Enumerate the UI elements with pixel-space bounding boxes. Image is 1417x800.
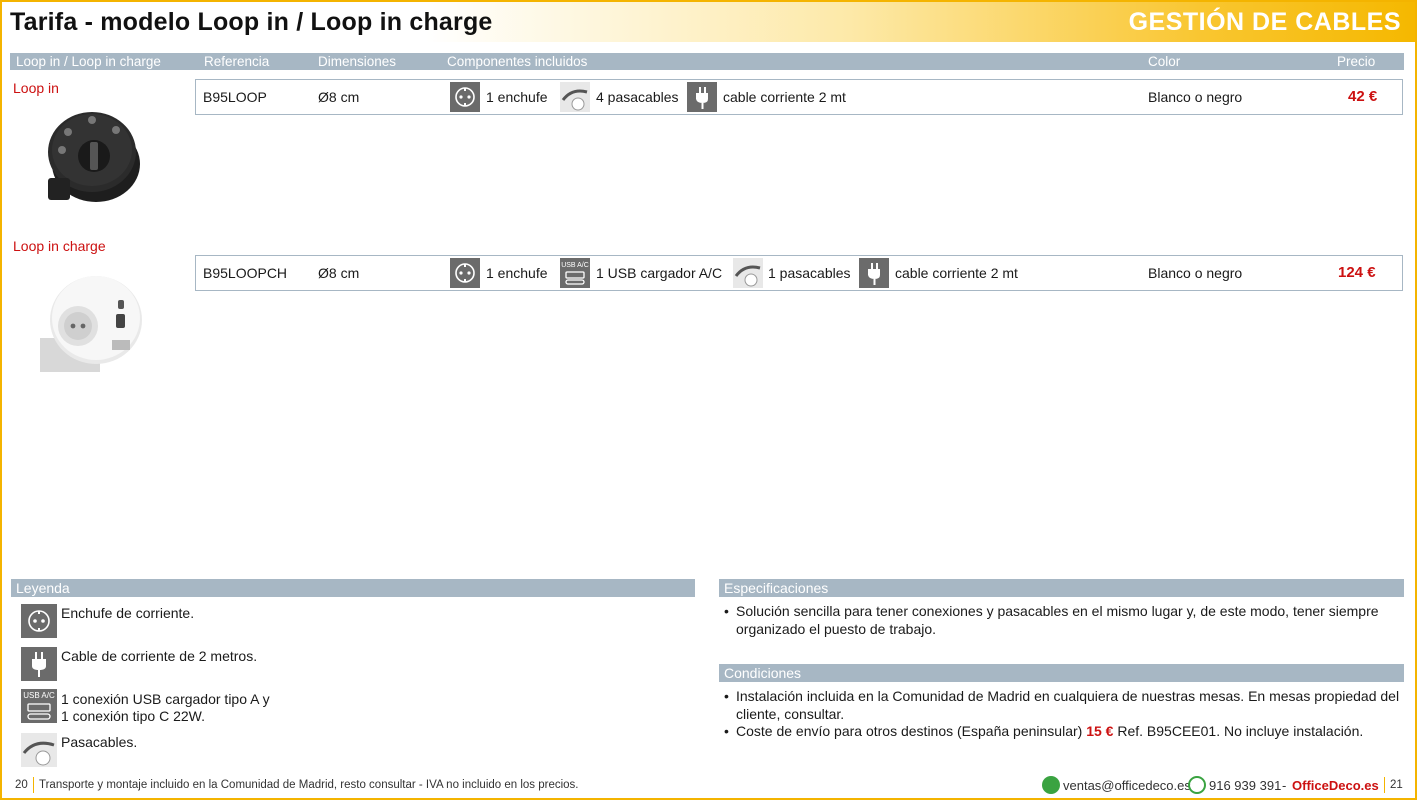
cable-pass-icon bbox=[560, 82, 590, 112]
legend-text-plug: Cable de corriente de 2 metros. bbox=[61, 648, 258, 664]
legend-text-usb-line1: 1 conexión USB cargador tipo A y bbox=[61, 691, 270, 707]
socket-icon bbox=[21, 604, 57, 638]
page-header: Tarifa - modelo Loop in / Loop in charge… bbox=[2, 2, 1415, 42]
section-title: GESTIÓN DE CABLES bbox=[1128, 8, 1401, 36]
footer-note: Transporte y montaje incluido en la Comu… bbox=[39, 779, 579, 791]
column-header-bar: Loop in / Loop in charge Referencia Dime… bbox=[10, 53, 1404, 70]
component-label: cable corriente 2 mt bbox=[895, 265, 1018, 281]
component-label: 1 USB cargador A/C bbox=[596, 265, 723, 281]
column-product: Loop in / Loop in charge bbox=[16, 54, 161, 69]
product-name-loop-in: Loop in bbox=[13, 80, 59, 96]
usb-icon-text: USB A/C bbox=[561, 262, 589, 269]
dimensions-value: Ø8 cm bbox=[318, 89, 360, 105]
footer-divider bbox=[33, 777, 34, 793]
legend-text-usb: 1 conexión USB cargador tipo A y 1 conex… bbox=[61, 691, 270, 725]
footer-email[interactable]: ventas@officedeco.es bbox=[1063, 778, 1191, 793]
product-name-loop-in-charge: Loop in charge bbox=[13, 238, 106, 254]
legend-header: Leyenda bbox=[11, 579, 695, 597]
column-components: Componentes incluidos bbox=[447, 54, 588, 69]
usb-icon: USB A/C bbox=[560, 258, 590, 288]
page-number-left: 20 bbox=[15, 779, 28, 791]
price-value: 124 € bbox=[1338, 264, 1376, 281]
component-label: 1 enchufe bbox=[486, 265, 548, 281]
conditions-header: Condiciones bbox=[719, 664, 1404, 682]
legend-text-socket: Enchufe de corriente. bbox=[61, 605, 195, 621]
shipping-price: 15 € bbox=[1086, 723, 1114, 739]
condition-item-1: Instalación incluida en la Comunidad de … bbox=[724, 687, 1404, 723]
condition-item-2: Coste de envío para otros destinos (Espa… bbox=[724, 722, 1404, 740]
plug-icon bbox=[687, 82, 717, 112]
column-price: Precio bbox=[1337, 54, 1376, 69]
plug-icon bbox=[21, 647, 57, 681]
loop-in-charge-product-image bbox=[40, 268, 144, 372]
spec-item: Solución sencilla para tener conexiones … bbox=[724, 602, 1404, 638]
component-label: 1 pasacables bbox=[768, 265, 851, 281]
footer-divider bbox=[1384, 777, 1385, 793]
usb-icon: USB A/C bbox=[21, 689, 57, 723]
component-label: cable corriente 2 mt bbox=[723, 89, 846, 105]
product-row-b95loopch: B95LOOPCH Ø8 cm 1 enchufe USB A/C 1 USB … bbox=[195, 255, 1403, 291]
condition-item-2-text: Coste de envío para otros destinos (Espa… bbox=[736, 723, 1087, 739]
specs-header: Especificaciones bbox=[719, 579, 1404, 597]
socket-icon bbox=[450, 258, 480, 288]
usb-icon-text: USB A/C bbox=[23, 691, 55, 700]
reference-value: B95LOOP bbox=[203, 89, 267, 105]
page-number-right: 21 bbox=[1390, 779, 1403, 791]
color-value: Blanco o negro bbox=[1148, 265, 1243, 281]
legend-text-cable-pass: Pasacables. bbox=[61, 734, 138, 750]
price-value: 42 € bbox=[1348, 88, 1378, 105]
footer-brand[interactable]: OfficeDeco.es bbox=[1292, 778, 1379, 793]
footer-dash: - bbox=[1282, 778, 1287, 793]
socket-icon bbox=[450, 82, 480, 112]
page-footer: 20 Transporte y montaje incluido en la C… bbox=[0, 774, 1417, 798]
condition-item-2-text-end: Ref. B95CEE01. No incluye instalación. bbox=[1113, 723, 1364, 739]
column-dimensions: Dimensiones bbox=[318, 54, 397, 69]
legend-text-usb-line2: 1 conexión tipo C 22W. bbox=[61, 708, 205, 724]
color-value: Blanco o negro bbox=[1148, 89, 1243, 105]
cable-pass-icon bbox=[21, 733, 57, 767]
footer-phone[interactable]: 916 939 391 bbox=[1209, 778, 1281, 793]
plug-icon bbox=[859, 258, 889, 288]
component-label: 4 pasacables bbox=[596, 89, 679, 105]
dimensions-value: Ø8 cm bbox=[318, 265, 360, 281]
cable-pass-icon bbox=[733, 258, 763, 288]
reference-value: B95LOOPCH bbox=[203, 265, 288, 281]
component-label: 1 enchufe bbox=[486, 89, 548, 105]
whatsapp-icon bbox=[1042, 776, 1060, 794]
phone-icon bbox=[1188, 776, 1206, 794]
column-reference: Referencia bbox=[204, 54, 270, 69]
page-title: Tarifa - modelo Loop in / Loop in charge bbox=[10, 8, 493, 36]
column-color: Color bbox=[1148, 54, 1181, 69]
product-row-b95loop: B95LOOP Ø8 cm 1 enchufe 4 pasacables cab… bbox=[195, 79, 1403, 115]
loop-in-product-image bbox=[40, 100, 145, 205]
